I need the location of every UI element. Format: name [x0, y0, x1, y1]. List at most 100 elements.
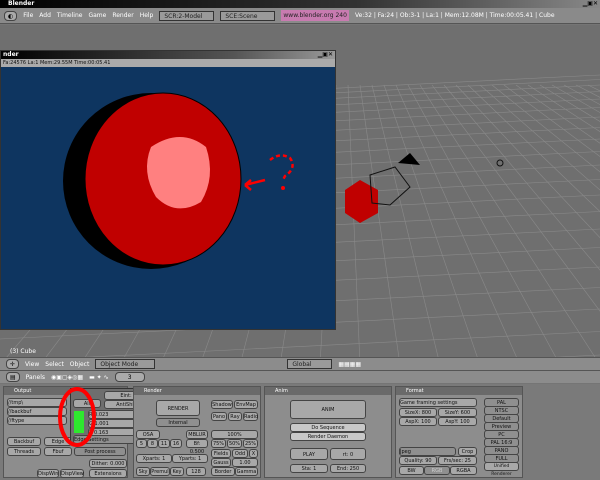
dither-field[interactable]: Dither: 0.000: [89, 459, 127, 468]
yparts-field[interactable]: Yparts: 1: [172, 454, 208, 463]
rt-field[interactable]: rt: 0: [330, 448, 366, 460]
do-sequence-button[interactable]: Do Sequence: [290, 423, 366, 432]
rgb-button[interactable]: RGB: [424, 466, 450, 475]
frame-field[interactable]: 3: [114, 372, 145, 382]
threads-button[interactable]: Threads: [7, 447, 41, 456]
backbuf-button[interactable]: Backbuf: [7, 437, 41, 446]
game-framing-selector[interactable]: Game framing settings: [399, 398, 477, 407]
panel-title: Anim: [265, 387, 391, 395]
subcontext-buttons[interactable]: ▬ ✦ ∿: [89, 374, 109, 381]
size-percent[interactable]: 100%: [211, 430, 258, 439]
grid-line: [515, 84, 600, 144]
envmap-button[interactable]: EnvMap: [234, 400, 258, 409]
anim-button[interactable]: ANIM: [290, 400, 366, 419]
menu-file[interactable]: File: [23, 12, 33, 19]
menu-add[interactable]: Add: [39, 12, 51, 19]
window-controls[interactable]: ▁▣✕: [583, 0, 598, 8]
osa-button[interactable]: OSA: [136, 430, 160, 439]
layer-buttons[interactable]: ▦▦▦▦: [338, 361, 361, 368]
bf-field[interactable]: Bf: 0.500: [186, 439, 208, 455]
grid-line: [467, 84, 600, 212]
render-daemon-button[interactable]: Render Daemon: [290, 432, 366, 441]
depth-selector[interactable]: 128: [186, 467, 206, 476]
menu-object[interactable]: Object: [70, 361, 90, 368]
end-frame-field[interactable]: End: 250: [330, 464, 366, 473]
bw-button[interactable]: BW: [399, 466, 424, 475]
mblur-button[interactable]: MBLUR: [186, 430, 208, 439]
render-panel: Render RENDER Internal Shadow EnvMap Pan…: [133, 386, 261, 478]
border-button[interactable]: Border: [211, 467, 235, 476]
menu-help[interactable]: Help: [140, 12, 154, 19]
gauss-field[interactable]: 1.00: [232, 458, 258, 467]
gauss-button[interactable]: Gauss: [211, 458, 231, 467]
screen-selector[interactable]: SCR:2-Model: [159, 10, 215, 21]
pct-25[interactable]: 25%: [243, 439, 258, 448]
premul-button[interactable]: Premul: [150, 467, 170, 476]
aspx-field[interactable]: AspX: 100: [399, 417, 437, 426]
unified-renderer-button[interactable]: Unified Renderer: [484, 462, 519, 477]
grid-line: [0, 331, 600, 362]
renderer-selector[interactable]: Internal: [156, 418, 200, 427]
pct-50[interactable]: 50%: [227, 439, 242, 448]
radio-button[interactable]: Radio: [243, 412, 258, 421]
menu-timeline[interactable]: Timeline: [57, 12, 83, 19]
render-button[interactable]: RENDER: [156, 400, 200, 416]
render-window-controls[interactable]: ▁▣✕: [318, 51, 333, 59]
grid-line: [443, 84, 600, 271]
context-buttons[interactable]: ◉▣▢◈◎▦: [51, 374, 83, 381]
lamp-object[interactable]: [496, 159, 504, 167]
editor-type-button[interactable]: ▤: [6, 372, 20, 382]
scene-selector[interactable]: SCE:Scene: [220, 10, 276, 21]
window-title-bar: Blender ▁▣✕: [0, 0, 600, 8]
menu-game[interactable]: Game: [88, 12, 106, 19]
annotation-circle: [58, 387, 96, 447]
object-label: (3) Cube: [10, 348, 36, 355]
play-button[interactable]: PLAY: [290, 448, 328, 460]
blender-url-link[interactable]: www.blender.org 240: [281, 10, 349, 21]
grid-line: [491, 84, 600, 173]
filetype-selector[interactable]: Jpeg: [399, 447, 456, 456]
sky-button[interactable]: Sky: [136, 467, 150, 476]
fields-button[interactable]: Fields: [211, 449, 231, 458]
camera-object[interactable]: [398, 153, 420, 165]
menu-select[interactable]: Select: [45, 361, 64, 368]
extensions-button[interactable]: Extensions: [89, 469, 127, 478]
xparts-field[interactable]: Xparts: 1: [136, 454, 172, 463]
sphere-object[interactable]: [345, 180, 378, 223]
osa-11[interactable]: 11: [158, 439, 170, 448]
odd-button[interactable]: Odd: [232, 449, 248, 458]
editor-type-button[interactable]: ✛: [6, 359, 20, 369]
sizey-field[interactable]: SizeY: 600: [438, 408, 477, 417]
grid-line: [419, 84, 600, 366]
osa-8[interactable]: 8: [147, 439, 158, 448]
dispwin-button[interactable]: DispWin: [37, 469, 59, 478]
key-button[interactable]: Key: [170, 467, 184, 476]
x-button[interactable]: X: [249, 449, 258, 458]
pct-75[interactable]: 75%: [211, 439, 226, 448]
shadow-button[interactable]: Shadow: [211, 400, 233, 409]
rgba-button[interactable]: RGBA: [450, 466, 477, 475]
aspy-field[interactable]: AspY: 100: [438, 417, 477, 426]
grid-line: [587, 84, 600, 92]
quality-field[interactable]: Quality: 90: [399, 456, 437, 465]
start-frame-field[interactable]: Sta: 1: [290, 464, 328, 473]
sizex-field[interactable]: SizeX: 800: [399, 408, 437, 417]
window-type-button[interactable]: ◐: [4, 10, 18, 21]
menu-render[interactable]: Render: [112, 12, 133, 19]
osa-16[interactable]: 16: [170, 439, 182, 448]
mode-selector[interactable]: Object Mode: [95, 359, 156, 369]
dispview-button[interactable]: DispView: [60, 469, 84, 478]
orientation-selector[interactable]: Global: [287, 359, 333, 369]
panels-label: Panels: [25, 373, 45, 381]
buttons-window: Output //tmp\ //backbuf //ftype Backbuf …: [0, 384, 600, 480]
ray-button[interactable]: Ray: [228, 412, 242, 421]
grid-line: [563, 84, 600, 105]
gamma-button[interactable]: Gamma: [235, 467, 258, 476]
osa-5[interactable]: 5: [136, 439, 147, 448]
crop-button[interactable]: Crop: [458, 447, 477, 456]
menu-bar: ◐ File Add Timeline Game Render Help SCR…: [0, 8, 600, 24]
menu-view[interactable]: View: [25, 361, 39, 368]
anim-panel: Anim ANIM Do Sequence Render Daemon PLAY…: [264, 386, 392, 478]
pano-button[interactable]: Pano: [211, 412, 227, 421]
fps-field[interactable]: Frs/sec: 25: [438, 456, 477, 465]
